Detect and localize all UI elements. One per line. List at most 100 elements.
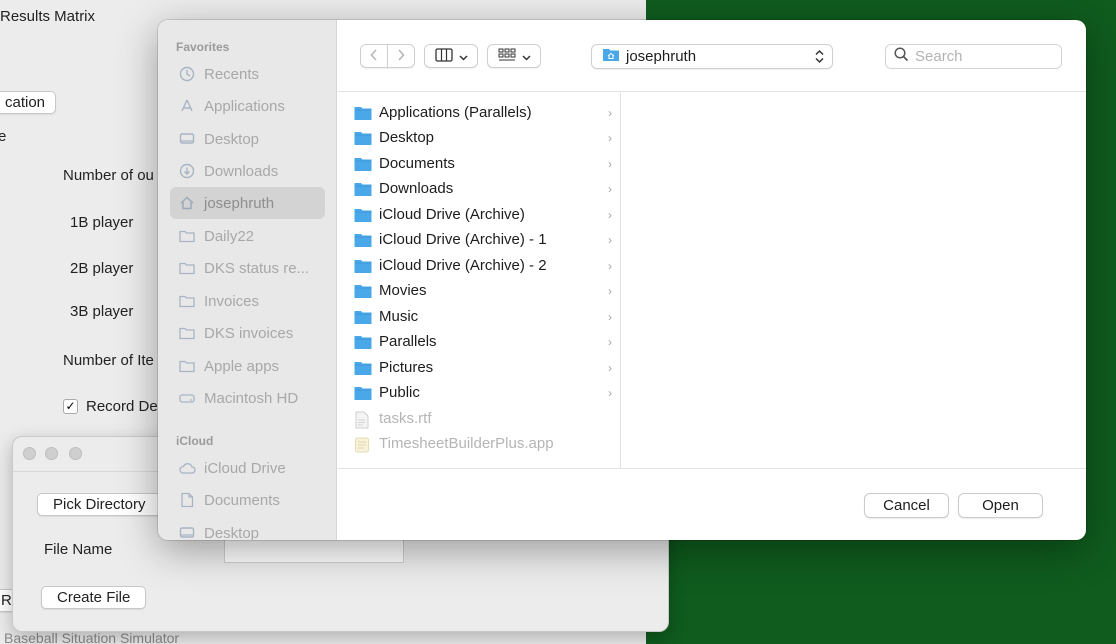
sidebar-item-daily22[interactable]: Daily22 bbox=[170, 220, 325, 252]
chevron-left-icon bbox=[369, 48, 379, 65]
sidebar-item-label: Recents bbox=[204, 65, 260, 83]
sidebar-item-recents[interactable]: Recents bbox=[170, 58, 325, 90]
player-3b-label: 3B player bbox=[70, 303, 134, 320]
list-item[interactable]: iCloud Drive (Archive) › bbox=[354, 202, 612, 227]
zoom-window-icon[interactable] bbox=[69, 447, 82, 460]
view-mode-button[interactable] bbox=[424, 44, 478, 68]
list-item[interactable]: Applications (Parallels) › bbox=[354, 100, 612, 125]
folder-icon bbox=[178, 357, 196, 375]
folder-icon bbox=[354, 105, 372, 121]
list-item[interactable]: Movies › bbox=[354, 278, 612, 303]
list-item[interactable]: iCloud Drive (Archive) - 1 › bbox=[354, 227, 612, 252]
folder-icon bbox=[178, 227, 196, 245]
text-fragment: e bbox=[0, 128, 7, 145]
location-popup[interactable]: josephruth bbox=[591, 44, 833, 69]
favorites-section-label: Favorites bbox=[176, 40, 230, 54]
location-button[interactable]: cation bbox=[0, 91, 57, 114]
desktop-icon bbox=[178, 130, 196, 148]
sidebar-item-label: DKS status re... bbox=[204, 259, 310, 277]
pick-directory-button[interactable]: Pick Directory bbox=[37, 493, 162, 516]
list-item[interactable]: Downloads › bbox=[354, 176, 612, 201]
sidebar-item-downloads[interactable]: Downloads bbox=[170, 155, 325, 187]
document-icon bbox=[178, 491, 196, 509]
sidebar-item-apple-apps[interactable]: Apple apps bbox=[170, 350, 325, 382]
folder-icon bbox=[178, 324, 196, 342]
folder-icon bbox=[354, 258, 372, 274]
back-button[interactable] bbox=[360, 44, 388, 68]
sidebar-item-label: Apple apps bbox=[204, 357, 280, 375]
group-button[interactable] bbox=[487, 44, 541, 68]
sidebar-item-icloud-drive[interactable]: iCloud Drive bbox=[170, 452, 325, 484]
create-file-button[interactable]: Create File bbox=[41, 586, 147, 609]
sidebar-item-label: josephruth bbox=[204, 194, 275, 212]
chevron-right-icon: › bbox=[608, 283, 612, 298]
sidebar: Favorites Recents Applications Desktop D… bbox=[158, 20, 337, 540]
number-of-outs-label: Number of ou bbox=[63, 167, 154, 184]
list-item[interactable]: Desktop › bbox=[354, 125, 612, 150]
sidebar-item-dks-status[interactable]: DKS status re... bbox=[170, 252, 325, 284]
list-item[interactable]: iCloud Drive (Archive) - 2 › bbox=[354, 253, 612, 278]
folder-icon bbox=[354, 309, 372, 325]
sidebar-item-label: Desktop bbox=[204, 130, 260, 148]
item-label: Music bbox=[379, 308, 419, 325]
minimize-window-icon[interactable] bbox=[45, 447, 58, 460]
sidebar-item-invoices[interactable]: Invoices bbox=[170, 285, 325, 317]
sidebar-item-dks-invoices[interactable]: DKS invoices bbox=[170, 317, 325, 349]
sidebar-item-applications[interactable]: Applications bbox=[170, 90, 325, 122]
sidebar-item-macintosh-hd[interactable]: Macintosh HD bbox=[170, 382, 325, 414]
sidebar-item-label: DKS invoices bbox=[204, 324, 294, 342]
player-1b-label: 1B player bbox=[70, 214, 134, 231]
sidebar-item-icloud-documents[interactable]: Documents bbox=[170, 484, 325, 516]
close-window-icon[interactable] bbox=[23, 447, 36, 460]
item-label: Public bbox=[379, 384, 420, 401]
applications-icon bbox=[178, 97, 196, 115]
sidebar-item-label: Daily22 bbox=[204, 227, 255, 245]
list-item[interactable]: Pictures › bbox=[354, 355, 612, 380]
list-item[interactable]: Parallels › bbox=[354, 329, 612, 354]
cancel-button[interactable]: Cancel bbox=[864, 493, 949, 518]
search-input[interactable] bbox=[915, 48, 1055, 65]
open-button[interactable]: Open bbox=[958, 493, 1043, 518]
folder-icon bbox=[354, 207, 372, 223]
sidebar-item-icloud-desktop[interactable]: Desktop bbox=[170, 517, 325, 540]
cloud-icon bbox=[178, 459, 196, 477]
list-item[interactable]: Public › bbox=[354, 380, 612, 405]
item-label: Applications (Parallels) bbox=[379, 104, 532, 121]
home-icon bbox=[178, 194, 196, 212]
search-field[interactable] bbox=[885, 44, 1062, 69]
folder-icon bbox=[354, 156, 372, 172]
list-item: TimesheetBuilderPlus.app bbox=[354, 431, 612, 456]
folder-icon bbox=[354, 360, 372, 376]
chevron-right-icon: › bbox=[608, 181, 612, 196]
sidebar-item-label: Invoices bbox=[204, 292, 260, 310]
item-label: Downloads bbox=[379, 180, 454, 197]
location-label: josephruth bbox=[626, 48, 697, 65]
columns-view-icon bbox=[434, 47, 453, 65]
list-item[interactable]: Documents › bbox=[354, 151, 612, 176]
chevron-right-icon: › bbox=[608, 156, 612, 171]
forward-button[interactable] bbox=[387, 44, 415, 68]
home-folder-icon bbox=[602, 47, 620, 66]
sidebar-item-desktop[interactable]: Desktop bbox=[170, 123, 325, 155]
desktop-icon bbox=[178, 524, 196, 540]
chevron-right-icon bbox=[396, 48, 406, 65]
folder-icon bbox=[354, 232, 372, 248]
sidebar-item-label: Downloads bbox=[204, 162, 279, 180]
list-item[interactable]: Music › bbox=[354, 304, 612, 329]
open-file-dialog: Favorites Recents Applications Desktop D… bbox=[158, 20, 1086, 540]
list-item: tasks.rtf bbox=[354, 406, 612, 431]
chevron-right-icon: › bbox=[608, 258, 612, 273]
search-icon bbox=[894, 47, 909, 66]
file-name-label: File Name bbox=[44, 541, 113, 558]
sidebar-item-label: iCloud Drive bbox=[204, 459, 286, 477]
chevron-right-icon: › bbox=[608, 360, 612, 375]
folder-icon bbox=[354, 181, 372, 197]
file-name-input[interactable] bbox=[224, 539, 404, 563]
app-icon bbox=[354, 436, 372, 452]
sidebar-item-label: Desktop bbox=[204, 524, 260, 541]
clock-icon bbox=[178, 65, 196, 83]
file-column: Applications (Parallels) › Desktop › Doc… bbox=[338, 93, 621, 468]
app-footer-title: Baseball Situation Simulator bbox=[4, 630, 180, 644]
sidebar-item-josephruth[interactable]: josephruth bbox=[170, 187, 325, 219]
record-checkbox[interactable]: ✓ bbox=[63, 399, 78, 414]
